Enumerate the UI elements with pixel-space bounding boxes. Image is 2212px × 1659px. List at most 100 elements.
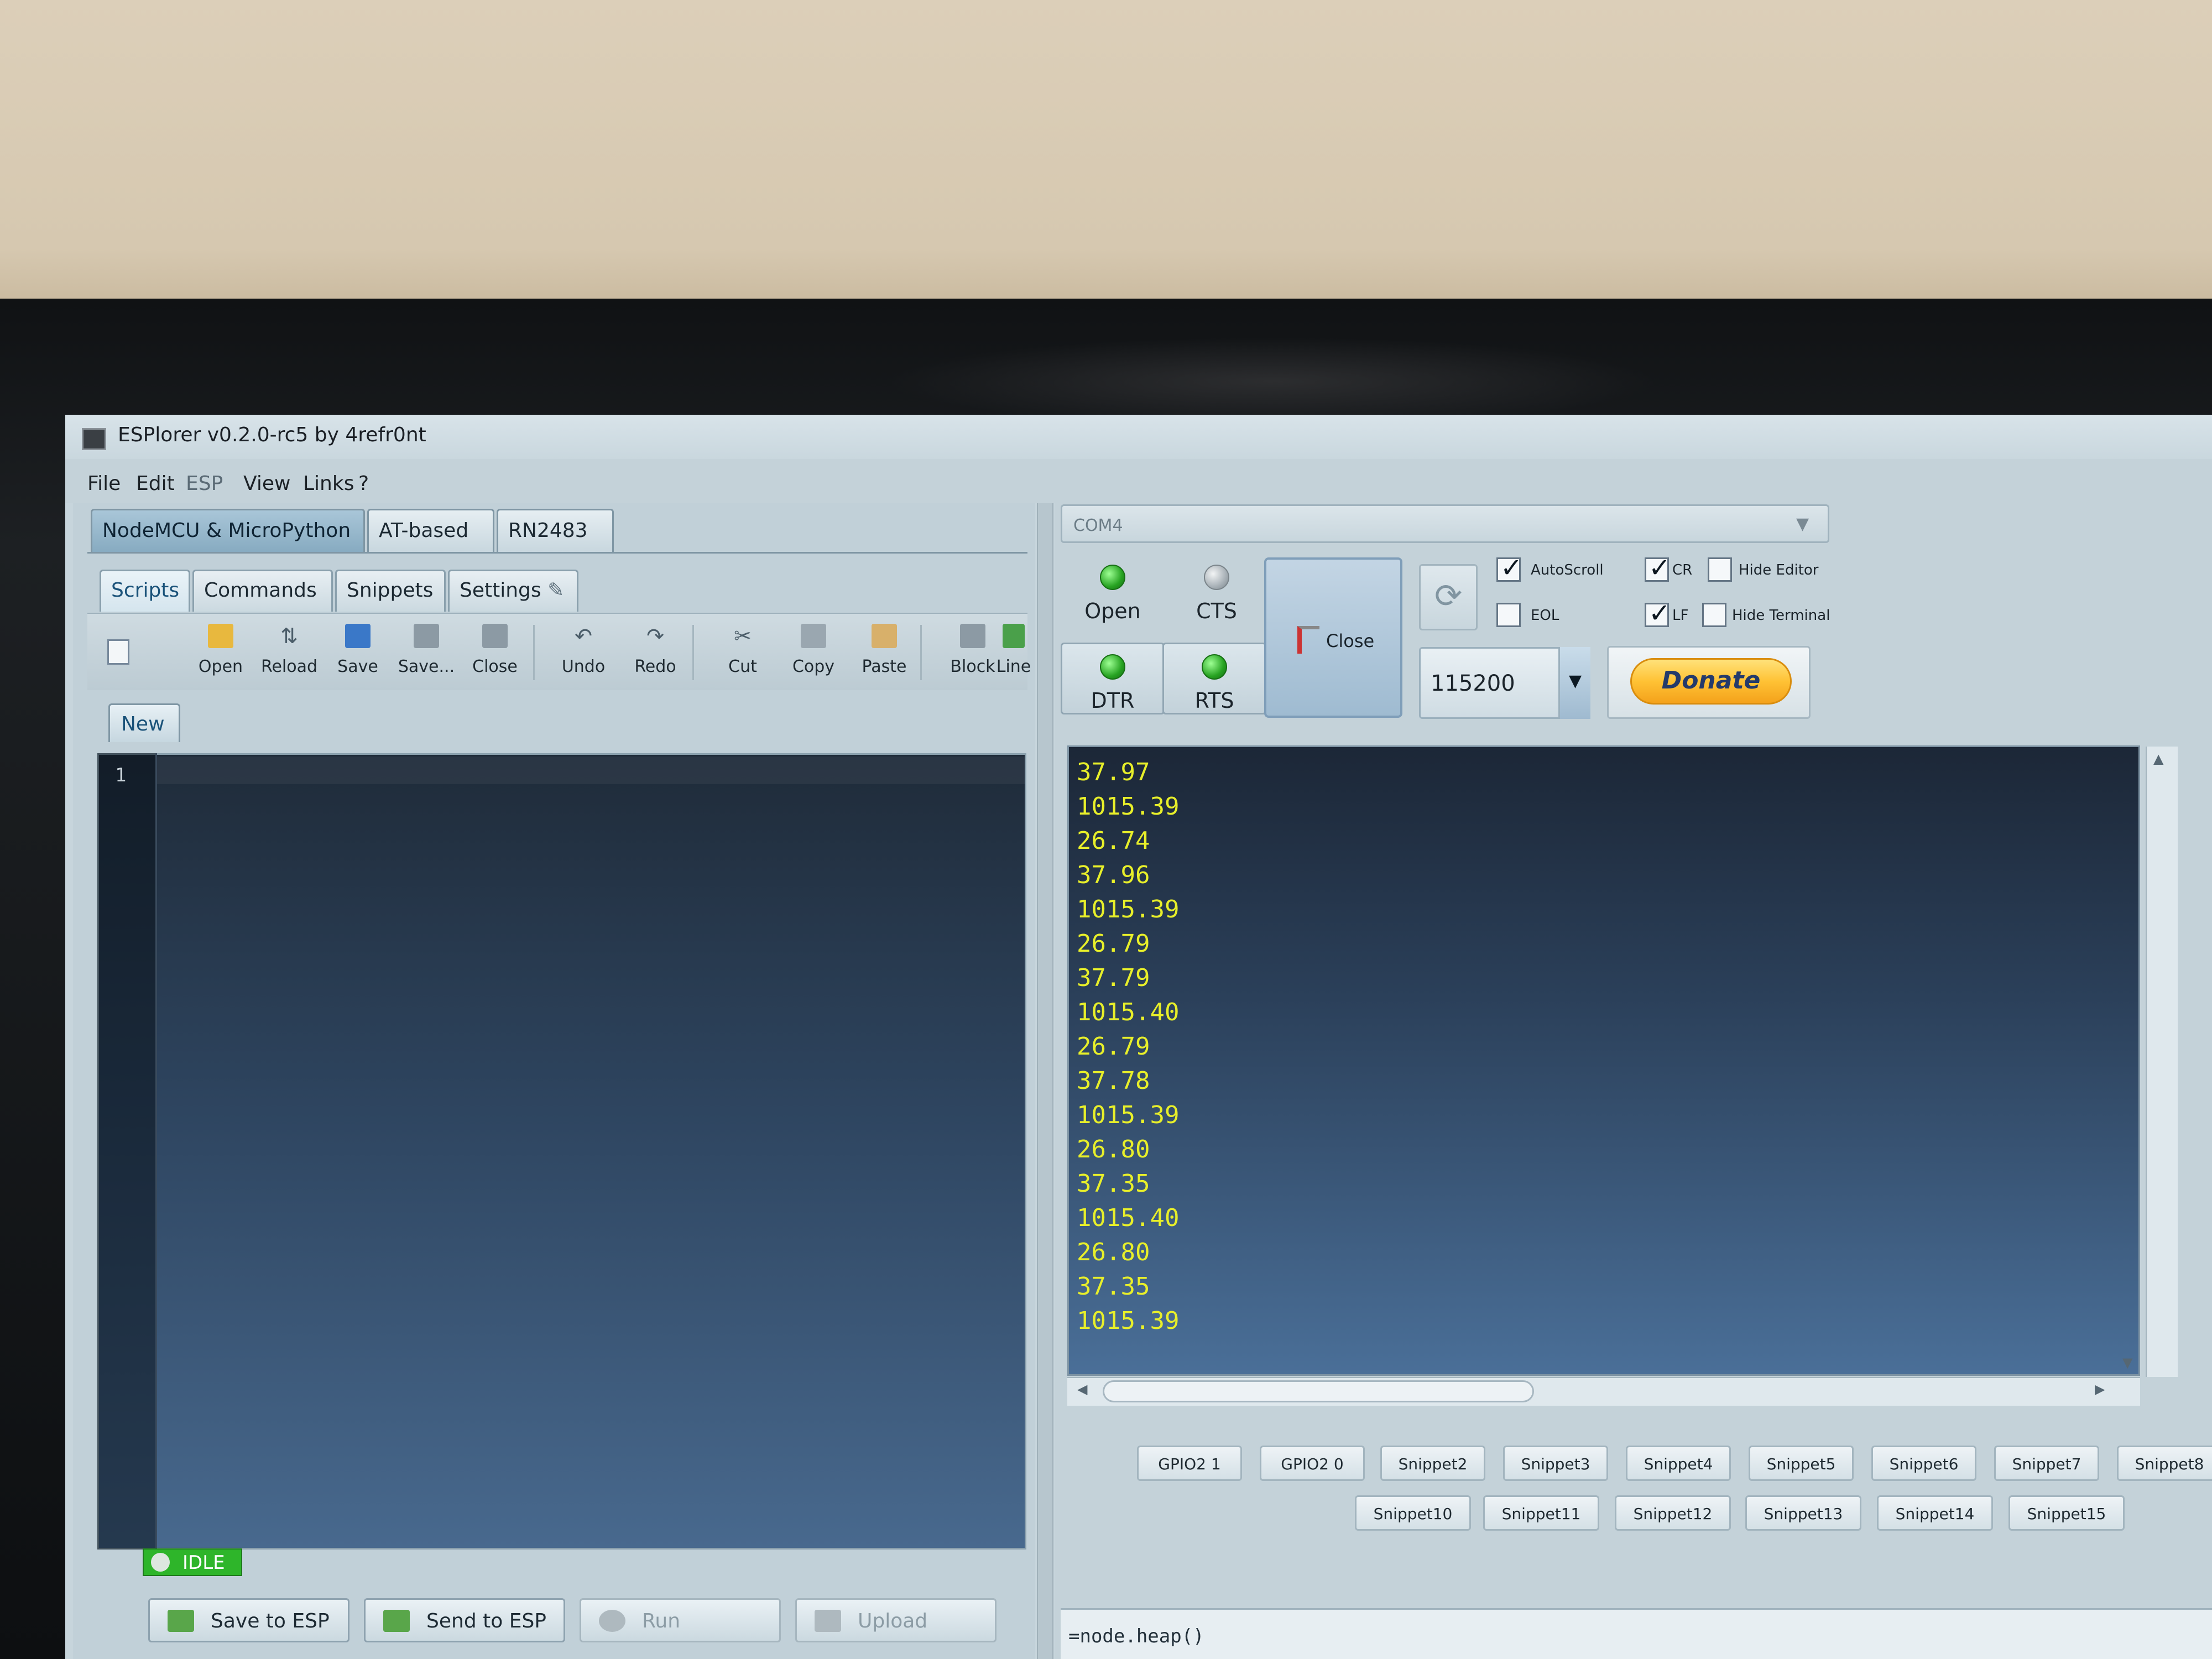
save-to-esp-button[interactable]: Save to ESP — [148, 1598, 349, 1642]
tab-scripts[interactable]: Scripts — [100, 570, 190, 612]
terminal-line: 1015.39 — [1077, 792, 1180, 821]
lf-label: LF — [1672, 607, 1689, 624]
save-as-button[interactable]: Save... — [396, 620, 457, 687]
rts-button[interactable]: RTS — [1162, 643, 1266, 714]
open-indicator[interactable]: Open — [1061, 553, 1165, 625]
snippet-button[interactable]: Snippet2 — [1380, 1446, 1485, 1481]
save-label: Save — [337, 657, 378, 676]
tab-at-based[interactable]: AT-based — [367, 509, 494, 553]
terminal-line: 26.74 — [1077, 827, 1150, 855]
send-to-esp-label: Send to ESP — [426, 1610, 547, 1632]
scroll-down-icon[interactable]: ▼ — [2122, 1355, 2132, 1370]
snippet-button[interactable]: Snippet12 — [1615, 1495, 1731, 1531]
refresh-icon[interactable]: ⟳ — [1419, 564, 1478, 630]
baud-dropdown-arrow-icon[interactable]: ▼ — [1558, 647, 1590, 719]
toolbar-separator — [692, 625, 694, 680]
split-pane-divider[interactable] — [1037, 503, 1053, 1659]
cut-button[interactable]: ✂ Cut — [712, 620, 773, 687]
run-button[interactable]: Run — [580, 1598, 781, 1642]
send-to-esp-button[interactable]: Send to ESP — [364, 1598, 565, 1642]
hide-editor-checkbox[interactable] — [1708, 557, 1732, 582]
folder-open-icon — [208, 624, 233, 648]
run-icon — [599, 1610, 625, 1632]
snippet-button[interactable]: Snippet15 — [2008, 1495, 2125, 1531]
terminal-line: 37.97 — [1077, 758, 1150, 786]
terminal-line: 26.80 — [1077, 1135, 1150, 1164]
reload-button[interactable]: ⇅ Reload — [259, 620, 320, 687]
snippet-button[interactable]: Snippet14 — [1877, 1495, 1993, 1531]
save-to-esp-icon — [168, 1610, 194, 1632]
save-button[interactable]: Save — [327, 620, 388, 687]
code-editor[interactable] — [97, 753, 1026, 1550]
paste-button[interactable]: Paste — [854, 620, 915, 687]
cr-checkbox[interactable] — [1645, 552, 1671, 583]
close-file-button[interactable]: Close — [465, 620, 525, 687]
line-number: 1 — [115, 764, 127, 786]
clipboard-icon — [872, 624, 897, 648]
menu-view[interactable]: View — [243, 472, 290, 495]
scroll-left-icon[interactable]: ◀ — [1077, 1381, 1087, 1397]
hide-terminal-checkbox[interactable] — [1702, 603, 1726, 627]
snippet-button[interactable]: Snippet3 — [1503, 1446, 1608, 1481]
scissors-icon: ✂ — [734, 624, 752, 648]
cts-indicator: CTS — [1165, 553, 1269, 625]
copy-button[interactable]: Copy — [783, 620, 844, 687]
horizontal-scroll-thumb[interactable] — [1103, 1380, 1534, 1402]
tab-rn2483[interactable]: RN2483 — [497, 509, 614, 553]
app-icon — [82, 428, 106, 450]
terminal-line: 37.35 — [1077, 1170, 1150, 1198]
save-as-icon — [414, 624, 439, 648]
cr-label: CR — [1672, 562, 1693, 578]
terminal-vertical-scrollbar[interactable] — [2146, 747, 2178, 1377]
window-title: ESPlorer v0.2.0-rc5 by 4refr0nt — [118, 424, 426, 446]
open-button[interactable]: Open — [190, 620, 251, 687]
terminal-line: 37.35 — [1077, 1272, 1150, 1301]
tab-settings[interactable]: Settings ✎ — [448, 570, 578, 612]
line-send-icon — [1003, 624, 1025, 648]
terminal-output[interactable]: 37.97 1015.39 26.74 37.96 1015.39 26.79 37.79 1… — [1067, 745, 2140, 1376]
snippet-button[interactable]: Snippet10 — [1355, 1495, 1471, 1531]
line-button[interactable]: Line — [994, 620, 1033, 687]
save-to-esp-label: Save to ESP — [211, 1610, 330, 1632]
snippet-button[interactable]: Snippet7 — [1994, 1446, 2099, 1481]
lf-checkbox[interactable] — [1645, 598, 1671, 629]
tab-snippets[interactable]: Snippets — [335, 570, 446, 612]
menu-edit[interactable]: Edit — [136, 472, 175, 495]
menu-esp[interactable]: ESP — [186, 472, 223, 495]
menu-file[interactable]: File — [87, 472, 121, 495]
menu-help[interactable]: ? — [358, 472, 369, 495]
toolbar-separator — [920, 625, 922, 680]
autoscroll-checkbox[interactable] — [1496, 552, 1522, 583]
new-file-icon[interactable] — [107, 639, 129, 665]
snippet-button[interactable]: Snippet8 — [2117, 1446, 2212, 1481]
terminal-line: 26.80 — [1077, 1238, 1150, 1266]
snippet-button[interactable]: Snippet4 — [1626, 1446, 1731, 1481]
close-file-label: Close — [472, 657, 518, 676]
menu-links[interactable]: Links — [303, 472, 354, 495]
snippet-button[interactable]: Snippet11 — [1483, 1495, 1599, 1531]
command-input[interactable]: =node.heap() — [1061, 1608, 2212, 1659]
rts-label: RTS — [1194, 688, 1234, 713]
tab-nodemcu[interactable]: NodeMCU & MicroPython — [91, 509, 365, 553]
dtr-button[interactable]: DTR — [1061, 643, 1165, 714]
port-select[interactable]: COM4 — [1061, 504, 1829, 543]
snippet-button[interactable]: GPIO2 1 — [1137, 1446, 1242, 1481]
undo-button[interactable]: ↶ Undo — [553, 620, 614, 687]
scroll-up-icon[interactable]: ▲ — [2153, 751, 2163, 766]
undo-icon: ↶ — [575, 624, 592, 648]
rts-led-icon — [1202, 654, 1227, 680]
close-port-label: Close — [1326, 630, 1375, 651]
snippet-button[interactable]: Snippet6 — [1871, 1446, 1976, 1481]
tab-commands[interactable]: Commands — [192, 570, 333, 612]
file-tab-new[interactable]: New — [108, 703, 180, 742]
snippet-button[interactable]: Snippet13 — [1745, 1495, 1861, 1531]
line-label: Line — [996, 657, 1031, 676]
redo-button[interactable]: ↷ Redo — [625, 620, 686, 687]
snippet-button[interactable]: GPIO2 0 — [1260, 1446, 1365, 1481]
upload-button[interactable]: Upload — [795, 1598, 997, 1642]
snippet-button[interactable]: Snippet5 — [1749, 1446, 1854, 1481]
chevron-down-icon: ▼ — [1796, 514, 1809, 534]
status-indicator-icon — [151, 1553, 170, 1572]
scroll-right-icon[interactable]: ▶ — [2095, 1381, 2105, 1397]
eol-checkbox[interactable] — [1496, 603, 1521, 627]
